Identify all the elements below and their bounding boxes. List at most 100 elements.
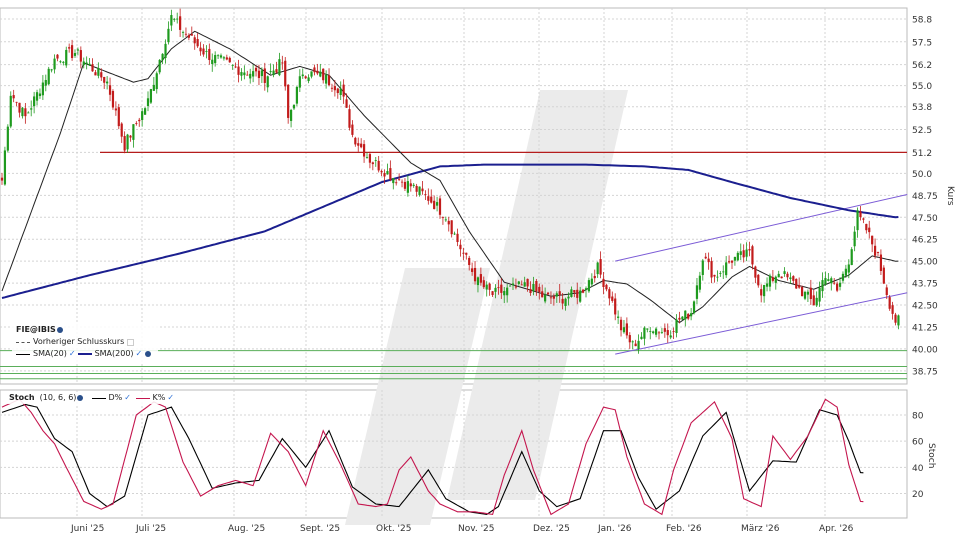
candle-body: [754, 266, 757, 278]
candle-body: [12, 95, 15, 99]
candle-body: [430, 196, 433, 203]
candle-body: [400, 181, 404, 183]
x-tick-label: Dez. '25: [533, 524, 570, 534]
checkbox-icon[interactable]: [127, 338, 135, 346]
candle-body: [41, 82, 44, 96]
candle-body: [742, 250, 745, 258]
candle-body: [812, 295, 815, 306]
stoch-label: Stoch: [9, 393, 35, 402]
y-tick-label: 48.75: [912, 192, 938, 202]
candle-body: [327, 75, 331, 86]
candle-body: [809, 287, 812, 300]
y-tick-label: 80: [912, 412, 924, 422]
check-icon[interactable]: ✓: [69, 348, 76, 360]
candle-body: [53, 58, 56, 70]
candle-body: [488, 283, 491, 290]
candle-body: [208, 48, 211, 61]
y-tick-label: 50.0: [912, 170, 932, 180]
x-tick-label: Juni '25: [70, 524, 104, 534]
candle-body: [100, 72, 103, 78]
candle-body: [871, 235, 874, 245]
candle-body: [567, 296, 570, 299]
candle-body: [803, 291, 807, 299]
x-tick-label: Jan. '26: [597, 524, 632, 534]
candle-body: [657, 332, 661, 334]
candle-body: [222, 57, 226, 59]
candle-body: [24, 108, 27, 117]
candle-body: [733, 256, 737, 261]
candle-body: [278, 59, 281, 76]
candle-body: [748, 249, 751, 251]
visibility-icon[interactable]: [77, 395, 84, 401]
visibility-icon[interactable]: [56, 327, 63, 333]
candle-body: [450, 220, 453, 235]
candle-body: [252, 71, 255, 77]
visibility-icon[interactable]: [145, 351, 152, 357]
candle-body: [73, 53, 77, 56]
candle-body: [596, 262, 599, 275]
candle-body: [555, 293, 558, 297]
candle-body: [649, 331, 652, 332]
candle-body: [167, 28, 170, 43]
candle-body: [494, 287, 497, 292]
candle-body: [129, 135, 132, 138]
candle-body: [558, 291, 561, 296]
candle-body: [316, 70, 319, 74]
candle-body: [254, 67, 258, 72]
candle-body: [406, 181, 409, 193]
candle-body: [59, 61, 62, 63]
candle-body: [468, 257, 471, 266]
candle-body: [476, 277, 480, 286]
candle-body: [292, 104, 296, 109]
d-swatch: [91, 397, 106, 399]
candle-body: [155, 73, 158, 90]
candle-body: [360, 143, 363, 148]
candle-body: [465, 252, 468, 255]
candle-body: [403, 181, 407, 189]
candle-body: [108, 85, 112, 95]
y-tick-label: 58.8: [912, 16, 932, 26]
candle-body: [570, 289, 573, 297]
candle-body: [9, 95, 12, 127]
candle-body: [173, 18, 176, 20]
candle-body: [114, 108, 117, 111]
candle-body: [33, 96, 36, 107]
candle-body: [862, 218, 865, 220]
check-icon[interactable]: ✓: [167, 392, 174, 404]
candle-body: [380, 170, 383, 173]
candle-body: [865, 223, 868, 231]
sma200-swatch: [77, 353, 92, 355]
candle-body: [313, 67, 316, 73]
candle-body: [710, 261, 713, 278]
candle-body: [152, 84, 155, 91]
check-icon[interactable]: ✓: [124, 392, 131, 404]
candle-body: [652, 331, 655, 334]
x-tick-label: Juli '25: [135, 524, 166, 534]
candle-body: [695, 285, 699, 299]
candle-body: [202, 48, 205, 55]
candle-body: [6, 126, 9, 151]
candle-body: [707, 258, 710, 263]
candle-body: [424, 194, 427, 195]
candle-body: [605, 284, 608, 290]
stoch-axis-label: Stoch: [926, 443, 936, 468]
prev-close-swatch: [16, 341, 30, 343]
candle-body: [768, 275, 772, 287]
candle-body: [763, 285, 766, 297]
candle-body: [398, 179, 401, 181]
candle-body: [894, 314, 897, 323]
candle-body: [736, 252, 739, 261]
candle-body: [368, 154, 372, 163]
check-icon[interactable]: ✓: [136, 348, 143, 360]
candle-body: [517, 281, 520, 284]
candle-body: [409, 183, 412, 187]
candle-body: [418, 186, 421, 195]
candle-body: [453, 233, 456, 235]
candle-body: [170, 15, 173, 26]
k-swatch: [135, 397, 150, 399]
candle-body: [806, 291, 810, 295]
candle-body: [249, 73, 252, 79]
candle-body: [184, 33, 188, 35]
candle-body: [690, 313, 693, 317]
candle-body: [859, 211, 862, 218]
